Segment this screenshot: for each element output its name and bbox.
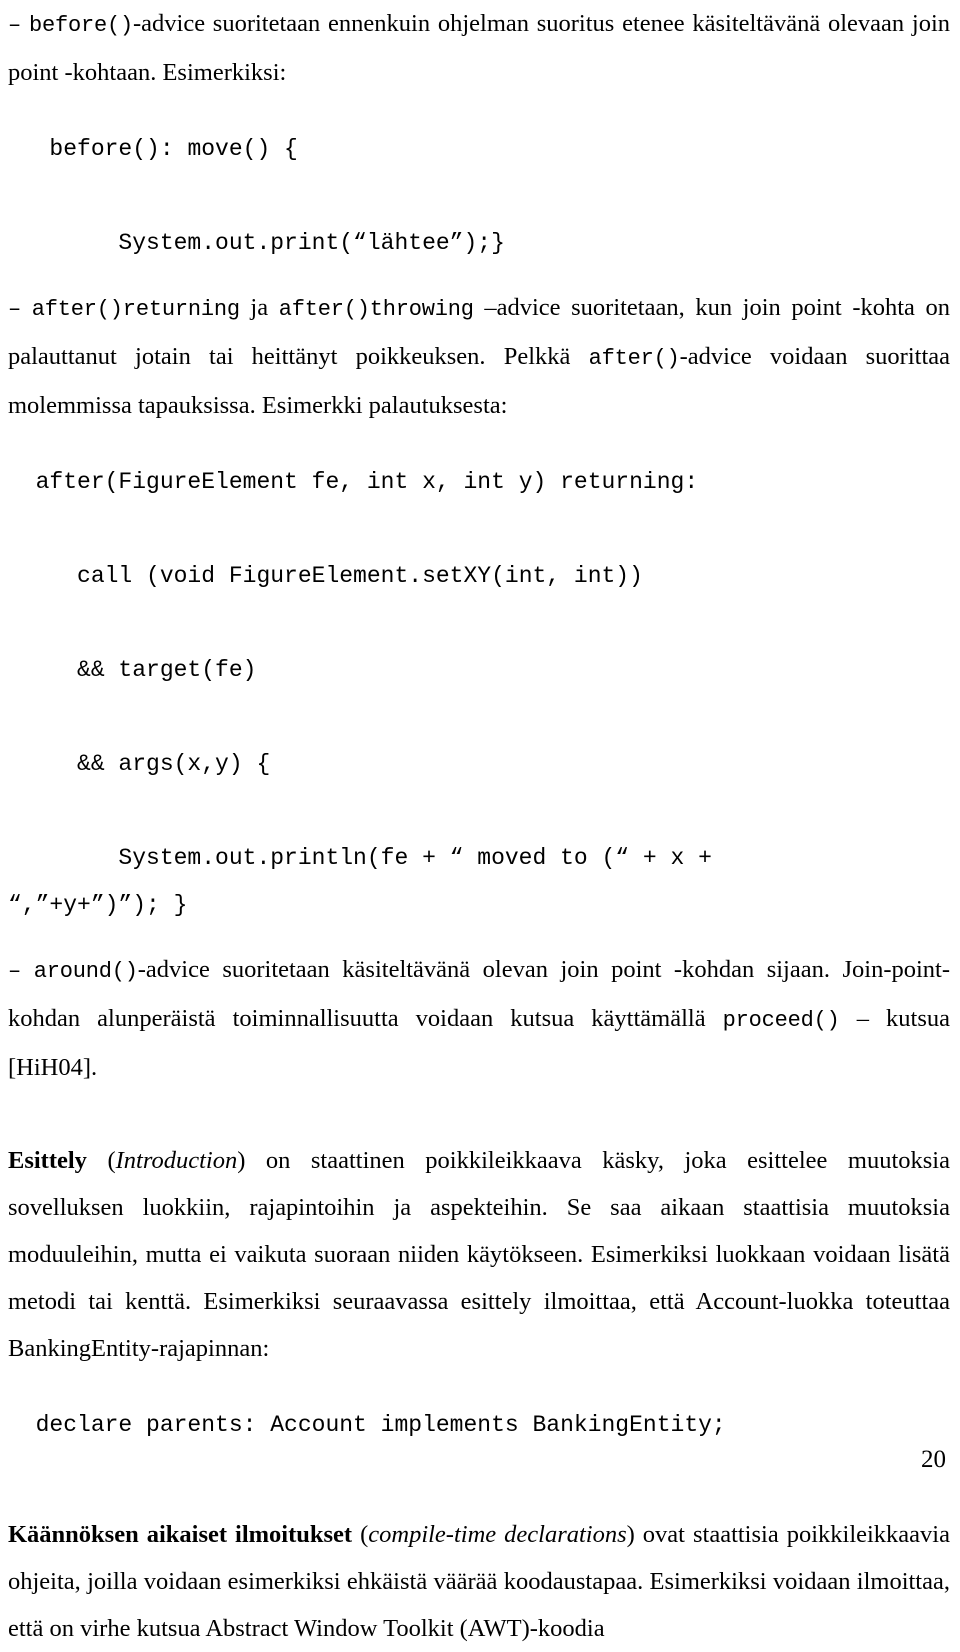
bullet-dash-icon: – — [8, 297, 22, 322]
inline-code-after: after() — [588, 346, 680, 371]
paragraph-compile-time-declarations: Käännöksen aikaiset ilmoitukset (compile… — [8, 1511, 950, 1652]
paragraph-text: ) on staattinen poikkileikkaava käsky, j… — [8, 1147, 950, 1362]
code-line: && args(x,y) { — [8, 751, 271, 777]
bullet-dash-icon: – — [8, 959, 22, 984]
code-line: && target(fe) — [8, 657, 257, 683]
spacer-block — [8, 267, 950, 284]
term-esittely: Esittely — [8, 1147, 87, 1174]
spacer-block — [8, 1372, 950, 1402]
page-number: 20 — [921, 1446, 946, 1473]
code-line: call (void FigureElement.setXY(int, int)… — [8, 563, 643, 589]
paragraph-text: ja — [239, 294, 279, 321]
code-line: before(): move() { — [8, 136, 298, 162]
inline-code-after-returning: after()returning — [31, 297, 240, 322]
spacer-block — [8, 1449, 950, 1511]
inline-code-around: around() — [33, 959, 138, 984]
code-block-before: before(): move() { System.out.print(“läh… — [8, 126, 950, 267]
term-kaannoksen-aikaiset-ilmoitukset: Käännöksen aikaiset ilmoitukset — [8, 1521, 353, 1548]
paragraph-before-advice: – before()-advice suoritetaan ennenkuin … — [8, 0, 950, 96]
spacer-block — [8, 429, 950, 459]
code-line: System.out.print(“lähtee”);} — [8, 230, 505, 256]
inline-code-after-throwing: after()throwing — [278, 297, 474, 322]
inline-code-before: before() — [28, 13, 133, 38]
paragraph-after-advice: – after()returning ja after()throwing –a… — [8, 284, 950, 429]
paragraph-text: ( — [352, 1521, 369, 1548]
paragraph-around-advice: – around()-advice suoritetaan käsiteltäv… — [8, 946, 950, 1091]
paragraph-esittely: Esittely (Introduction) on staattinen po… — [8, 1137, 950, 1372]
spacer-block — [8, 96, 950, 126]
paragraph-text: ( — [86, 1147, 116, 1174]
paragraph-text: -advice suoritetaan ennenkuin ohjelman s… — [8, 10, 951, 86]
code-line: System.out.println(fe + “ moved to (“ + … — [8, 845, 712, 871]
spacer-block — [8, 1091, 950, 1137]
code-line: declare parents: Account implements Bank… — [8, 1412, 726, 1438]
inline-code-proceed: proceed() — [722, 1008, 840, 1033]
spacer-block — [8, 929, 950, 946]
bullet-dash-icon: – — [8, 13, 22, 38]
term-introduction-italic: Introduction — [115, 1147, 238, 1174]
document-page: – before()-advice suoritetaan ennenkuin … — [0, 0, 960, 1642]
code-line: “,”+y+”)”); } — [8, 892, 188, 918]
code-line: after(FigureElement fe, int x, int y) re… — [8, 469, 699, 495]
code-block-after-returning: after(FigureElement fe, int x, int y) re… — [8, 459, 950, 929]
term-compile-time-declarations-italic: compile-time declarations — [368, 1521, 627, 1548]
code-block-declare-parents: declare parents: Account implements Bank… — [8, 1402, 950, 1449]
